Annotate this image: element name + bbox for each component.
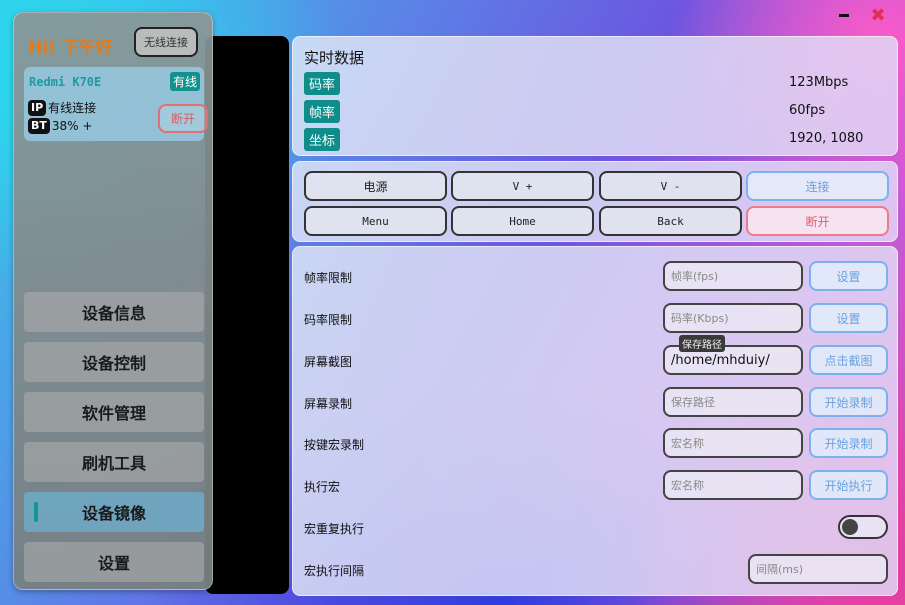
coordinate-label: 坐标 [304,128,341,151]
fps-limit-label: 帧率限制 [304,271,353,285]
home-button[interactable]: Home [451,206,594,236]
nav-device-control[interactable]: 设备控制 [24,342,204,382]
realtime-title: 实时数据 [304,49,365,67]
macro-record-name-input[interactable] [663,428,803,458]
macro-run-label: 执行宏 [304,480,341,494]
screenshot-label: 屏幕截图 [304,355,353,369]
macro-run-name-input[interactable] [663,470,803,500]
control-panel: 电源 V + V - 连接 Menu Home Back 断开 [292,161,898,242]
start-recording-button[interactable]: 开始录制 [809,387,888,417]
minimize-button[interactable] [834,2,854,28]
greeting-text: Hi! 下午好 [28,38,113,58]
screen-record-label: 屏幕录制 [304,397,353,411]
nav-settings[interactable]: 设置 [24,542,204,582]
device-disconnect-button[interactable]: 断开 [158,104,208,133]
battery-value: 38% + [51,119,93,133]
back-button[interactable]: Back [599,206,742,236]
close-button[interactable]: ✖ [868,2,888,28]
bitrate-limit-input[interactable] [663,303,803,333]
macro-repeat-label: 宏重复执行 [304,522,365,536]
mirror-screen [205,36,289,594]
ip-line: IP 有线连接 [28,99,96,116]
settings-panel: 帧率限制 设置 码率限制 设置 屏幕截图 保存路径 点击截图 屏幕录制 开始录制… [292,246,898,596]
nav-device-info[interactable]: 设备信息 [24,292,204,332]
power-button[interactable]: 电源 [304,171,447,201]
fps-limit-set-button[interactable]: 设置 [809,261,888,291]
nav-software-manager[interactable]: 软件管理 [24,392,204,432]
framerate-label: 帧率 [304,100,341,123]
disconnect-button[interactable]: 断开 [746,206,889,236]
record-path-input[interactable] [663,387,803,417]
macro-record-label: 按键宏录制 [304,438,365,452]
connect-button[interactable]: 连接 [746,171,889,201]
macro-interval-label: 宏执行间隔 [304,564,365,578]
toggle-knob [842,519,858,535]
run-macro-button[interactable]: 开始执行 [809,470,888,500]
device-name: Redmi K70E [29,75,102,89]
device-card: Redmi K70E 有线 IP 有线连接 BT 38% + 断开 [24,67,208,141]
start-macro-record-button[interactable]: 开始录制 [809,428,888,458]
bitrate-limit-label: 码率限制 [304,313,353,327]
wireless-connect-button[interactable]: 无线连接 [134,27,198,57]
volume-up-button[interactable]: V + [451,171,594,201]
bt-tag: BT [28,118,50,134]
connection-type-badge: 有线 [169,72,200,91]
bitrate-limit-set-button[interactable]: 设置 [809,303,888,333]
nav-flash-tools[interactable]: 刷机工具 [24,442,204,482]
nav-device-mirror[interactable]: 设备镜像 [24,492,204,532]
battery-line: BT 38% + [28,118,92,134]
macro-repeat-toggle[interactable] [838,515,888,539]
menu-button[interactable]: Menu [304,206,447,236]
framerate-value: 60fps [789,103,826,118]
bitrate-label: 码率 [304,72,341,95]
ip-tag: IP [28,99,47,116]
macro-interval-input[interactable] [748,554,888,584]
sidebar: Hi! 下午好 无线连接 Redmi K70E 有线 IP 有线连接 BT 38… [13,12,213,590]
volume-down-button[interactable]: V - [599,171,742,201]
realtime-data-panel: 实时数据 码率 123Mbps 帧率 60fps 坐标 1920, 1080 [292,36,898,156]
fps-limit-input[interactable] [663,261,803,291]
bitrate-value: 123Mbps [789,75,849,90]
take-screenshot-button[interactable]: 点击截图 [809,345,888,375]
coordinate-value: 1920, 1080 [789,131,864,146]
screenshot-path-tooltip: 保存路径 [679,335,725,352]
ip-value: 有线连接 [48,101,97,115]
